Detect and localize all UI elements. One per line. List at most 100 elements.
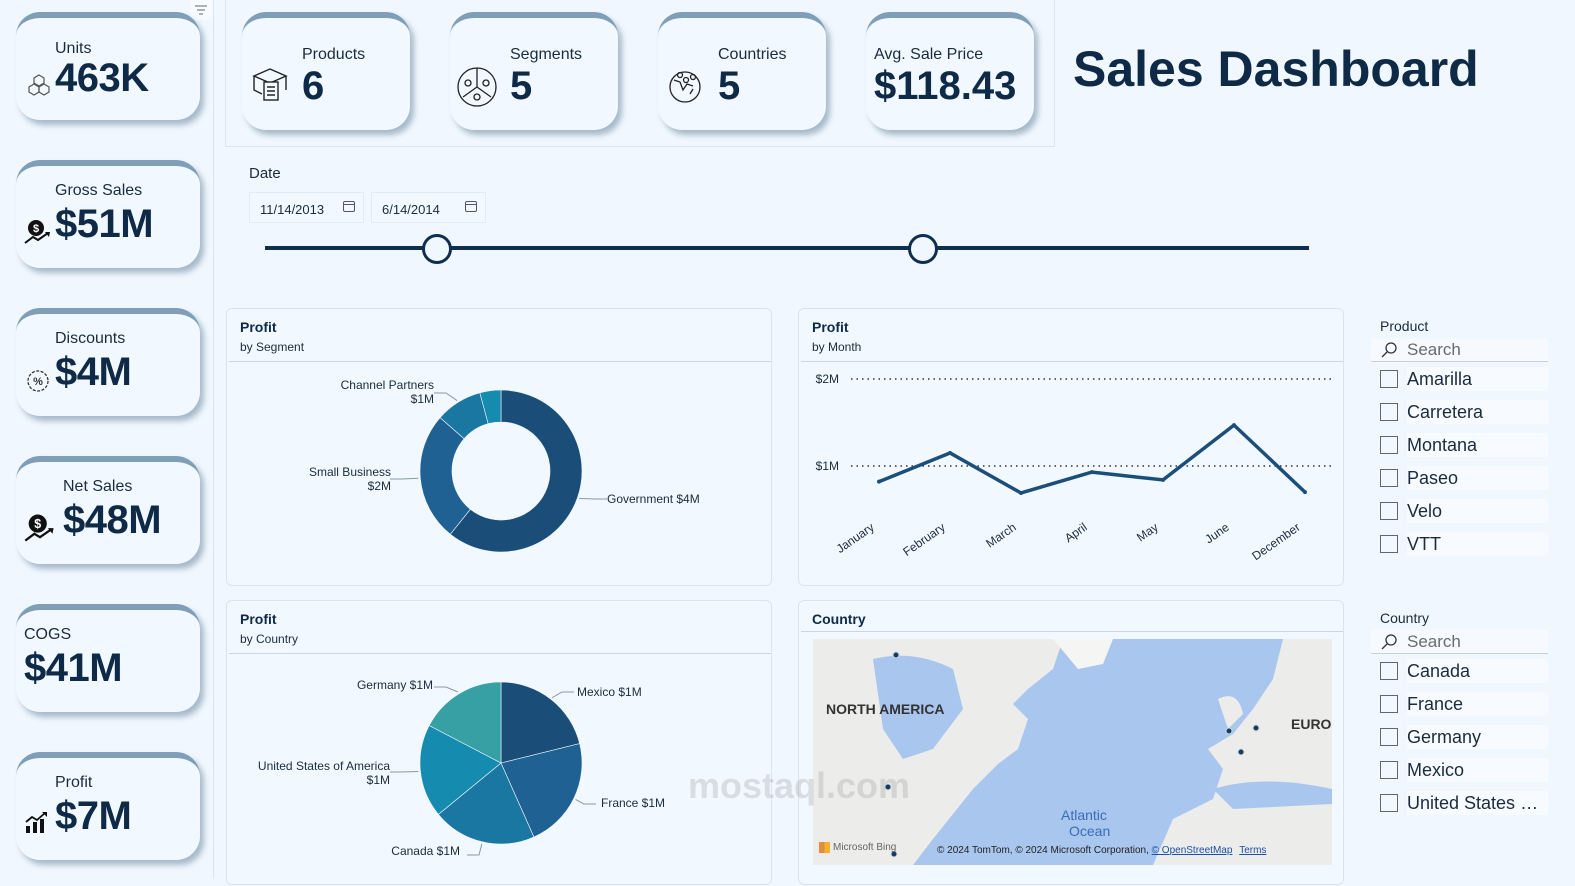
data-point[interactable] bbox=[877, 480, 881, 484]
filter-icon bbox=[195, 5, 207, 15]
date-slider-start-handle[interactable] bbox=[422, 234, 452, 264]
checkbox[interactable] bbox=[1380, 403, 1398, 421]
profit-by-month-chart: $1M$2MJanuaryFebruaryMarchAprilMayJuneDe… bbox=[799, 309, 1345, 587]
checkbox[interactable] bbox=[1380, 436, 1398, 454]
discount-badge-icon: % bbox=[23, 366, 53, 396]
kpi-value: 5 bbox=[510, 64, 532, 109]
search-placeholder: Search bbox=[1407, 340, 1461, 360]
leader-line bbox=[434, 393, 457, 401]
money-growth-icon: $ bbox=[23, 216, 53, 246]
data-label: France $1M bbox=[601, 796, 665, 810]
data-label: $1M bbox=[411, 392, 434, 406]
country-slicer-item[interactable]: Canada bbox=[1380, 659, 1548, 683]
kpi-label: Profit bbox=[55, 774, 92, 792]
map-title: Country bbox=[812, 611, 866, 627]
x-tick-label: December bbox=[1249, 520, 1302, 563]
product-slicer-item[interactable]: VTT bbox=[1380, 532, 1548, 556]
page-title: Sales Dashboard bbox=[1073, 40, 1479, 98]
svg-text:$: $ bbox=[34, 517, 41, 531]
profit-line[interactable] bbox=[879, 425, 1305, 493]
checkbox[interactable] bbox=[1380, 502, 1398, 520]
map-point[interactable] bbox=[1226, 728, 1232, 734]
kpi-value: $41M bbox=[24, 646, 122, 691]
kpi-net-sales: Net Sales $ $48M bbox=[16, 456, 200, 564]
checkbox[interactable] bbox=[1380, 535, 1398, 553]
segments-icon bbox=[456, 66, 498, 108]
slicer-item-label: Montana bbox=[1407, 433, 1548, 457]
product-slicer-item[interactable]: Carretera bbox=[1380, 400, 1548, 424]
checkbox[interactable] bbox=[1380, 794, 1398, 812]
svg-text:$: $ bbox=[33, 223, 39, 235]
x-tick-label: April bbox=[1062, 520, 1090, 545]
start-date-input[interactable]: 11/14/2013 bbox=[249, 192, 364, 223]
slicer-item-label: Paseo bbox=[1407, 466, 1548, 490]
checkbox[interactable] bbox=[1380, 761, 1398, 779]
kpi-segments: Segments 5 bbox=[450, 12, 618, 130]
map-point[interactable] bbox=[1238, 749, 1244, 755]
country-slicer-item[interactable]: France bbox=[1380, 692, 1548, 716]
product-slicer-item[interactable]: Velo bbox=[1380, 499, 1548, 523]
data-label: $1M bbox=[367, 773, 390, 787]
data-point[interactable] bbox=[1161, 478, 1165, 482]
checkbox[interactable] bbox=[1380, 370, 1398, 388]
kpi-value: $48M bbox=[63, 498, 161, 543]
search-icon bbox=[1380, 341, 1398, 359]
data-point[interactable] bbox=[1019, 491, 1023, 495]
product-slicer-item[interactable]: Montana bbox=[1380, 433, 1548, 457]
country-slicer-item[interactable]: Germany bbox=[1380, 725, 1548, 749]
kpi-discounts: Discounts % $4M bbox=[16, 308, 200, 416]
checkbox[interactable] bbox=[1380, 695, 1398, 713]
kpi-value: 5 bbox=[718, 64, 740, 109]
data-label: Canada $1M bbox=[391, 844, 460, 858]
map-point[interactable] bbox=[893, 652, 899, 658]
openstreetmap-link[interactable]: © OpenStreetMap bbox=[1152, 845, 1233, 856]
data-point[interactable] bbox=[1090, 470, 1094, 474]
calendar-icon[interactable] bbox=[343, 201, 355, 212]
kpi-profit: Profit $7M bbox=[16, 752, 200, 860]
map-point[interactable] bbox=[885, 784, 891, 790]
x-tick-label: January bbox=[834, 520, 877, 556]
filter-button[interactable] bbox=[190, 0, 212, 20]
data-point[interactable] bbox=[1303, 490, 1307, 494]
kpi-value: $7M bbox=[55, 794, 131, 839]
product-slicer-item[interactable]: Amarilla bbox=[1380, 367, 1548, 391]
checkbox[interactable] bbox=[1380, 469, 1398, 487]
bar-growth-icon bbox=[24, 808, 50, 834]
data-point[interactable] bbox=[948, 451, 952, 455]
kpi-label: Gross Sales bbox=[55, 182, 142, 200]
x-tick-label: May bbox=[1134, 520, 1161, 544]
kpi-label: Net Sales bbox=[63, 478, 132, 496]
country-slicer-item[interactable]: United States of America bbox=[1380, 791, 1548, 815]
slicer-item-label: Germany bbox=[1407, 725, 1548, 749]
data-label: Germany $1M bbox=[357, 678, 433, 692]
profit-by-month-card: Profit by Month $1M$2MJanuaryFebruaryMar… bbox=[798, 308, 1344, 586]
kpi-value: 463K bbox=[55, 56, 149, 101]
end-date-input[interactable]: 6/14/2014 bbox=[371, 192, 486, 223]
kpi-label: Countries bbox=[718, 46, 786, 64]
money-growth-icon: $ bbox=[23, 510, 57, 544]
data-point[interactable] bbox=[1232, 423, 1236, 427]
country-slicer-item[interactable]: Mexico bbox=[1380, 758, 1548, 782]
slicer-item-label: United States of America bbox=[1407, 791, 1548, 815]
country-map[interactable]: NORTH AMERICA EUROPE Atlantic Ocean Micr… bbox=[813, 639, 1332, 865]
map-label-europe: EUROPE bbox=[1291, 716, 1332, 732]
calendar-icon[interactable] bbox=[465, 201, 477, 212]
kpi-label: Discounts bbox=[55, 330, 125, 348]
slicer-item-label: Amarilla bbox=[1407, 367, 1548, 391]
x-tick-label: February bbox=[900, 520, 947, 559]
kpi-sidebar bbox=[0, 0, 214, 879]
kpi-value: 6 bbox=[302, 64, 324, 109]
date-slider-end-handle[interactable] bbox=[908, 234, 938, 264]
terms-link[interactable]: Terms bbox=[1239, 845, 1266, 856]
profit-by-country-card: Profit by Country Mexico $1MFrance $1MCa… bbox=[226, 600, 772, 885]
checkbox[interactable] bbox=[1380, 662, 1398, 680]
kpi-units: Units 463K bbox=[16, 12, 200, 120]
map-point[interactable] bbox=[1253, 725, 1259, 731]
product-slicer-item[interactable]: Paseo bbox=[1380, 466, 1548, 490]
kpi-products: Products 6 bbox=[242, 12, 410, 130]
product-search-input[interactable]: Search bbox=[1371, 338, 1548, 362]
kpi-countries: Countries 5 bbox=[658, 12, 826, 130]
country-search-input[interactable]: Search bbox=[1371, 630, 1548, 654]
checkbox[interactable] bbox=[1380, 728, 1398, 746]
kpi-label: Segments bbox=[510, 46, 582, 64]
